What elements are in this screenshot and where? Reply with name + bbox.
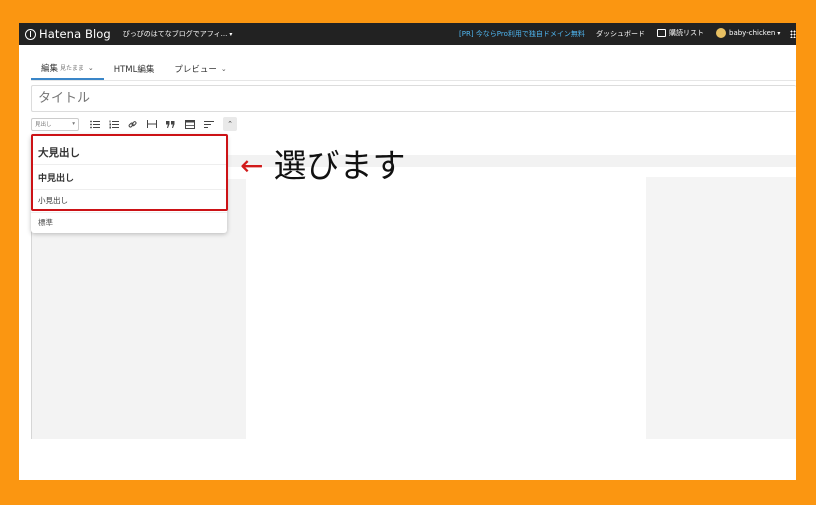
option-normal-text[interactable]: 標準 [38,217,53,228]
tab-label: 編集 [41,63,59,74]
quote-icon[interactable] [161,117,180,131]
blog-name: ぴっぴのはてなブログでアフィ... [122,30,228,38]
annotation-callout: ← 選びます [240,149,405,182]
title-input[interactable] [31,85,796,112]
top-navigation-bar: Hatena Blog ぴっぴのはてなブログでアフィ... ▾ [PR] 今ならP… [19,23,796,45]
more-icon[interactable] [199,117,218,131]
editor-toolbar: 見出し ▾ ⌃ [31,117,237,131]
apps-grid-icon[interactable] [790,30,796,38]
reading-list-icon [657,29,666,37]
user-name: baby-chicken [729,29,776,37]
left-arrow-icon: ← [240,148,264,182]
dashboard-link[interactable]: ダッシュボード [596,29,645,39]
numbered-list-icon[interactable] [104,117,123,131]
editor-mode-tabs: 編集 見たまま ⌄ HTML編集 プレビュー ⌄ [31,57,237,80]
annotation-text: 選びます [273,146,406,185]
blog-selector[interactable]: ぴっぴのはてなブログでアフィ... ▾ [123,29,233,39]
caret-down-icon: ▾ [229,31,233,38]
brand-name: Hatena Blog [39,27,111,41]
chevron-up-icon[interactable]: ⌃ [223,117,237,131]
tab-preview[interactable]: プレビュー ⌄ [164,57,236,80]
chevron-down-icon: ⌄ [220,64,227,73]
annotation-highlight-box [31,134,228,211]
tab-edit-wysiwyg[interactable]: 編集 見たまま ⌄ [31,57,104,80]
browser-frame: Hatena Blog ぴっぴのはてなブログでアフィ... ▾ [PR] 今ならP… [19,23,796,480]
tabs-divider [31,80,796,81]
reading-list-label: 購読リスト [669,29,704,37]
chevron-down-icon: ⌄ [87,63,94,72]
link-icon[interactable] [123,117,142,131]
editor-body[interactable] [246,179,646,439]
user-menu[interactable]: baby-chicken ▾ [716,28,780,38]
menu-divider [31,212,227,213]
caret-down-icon: ▾ [777,29,781,37]
bulleted-list-icon[interactable] [85,117,104,131]
tab-label: プレビュー [174,64,217,75]
caret-down-icon: ▾ [72,121,75,127]
format-select-value: 見出し [35,122,52,128]
tab-sublabel: 見たまま [60,65,84,72]
user-avatar [716,28,726,38]
pro-promo-link[interactable]: [PR] 今ならPro利用で独自ドメイン無料 [459,29,585,39]
table-icon[interactable] [180,117,199,131]
tab-label: HTML編集 [113,64,155,75]
heading-format-select[interactable]: 見出し ▾ [31,117,79,131]
tab-html-edit[interactable]: HTML編集 [104,57,165,80]
horizontal-rule-icon[interactable] [142,117,161,131]
hatena-blog-logo[interactable]: Hatena Blog [25,27,111,41]
reading-list-link[interactable]: 購読リスト [657,28,704,38]
hatena-logo-icon [25,28,36,40]
right-side-panel [646,177,796,439]
